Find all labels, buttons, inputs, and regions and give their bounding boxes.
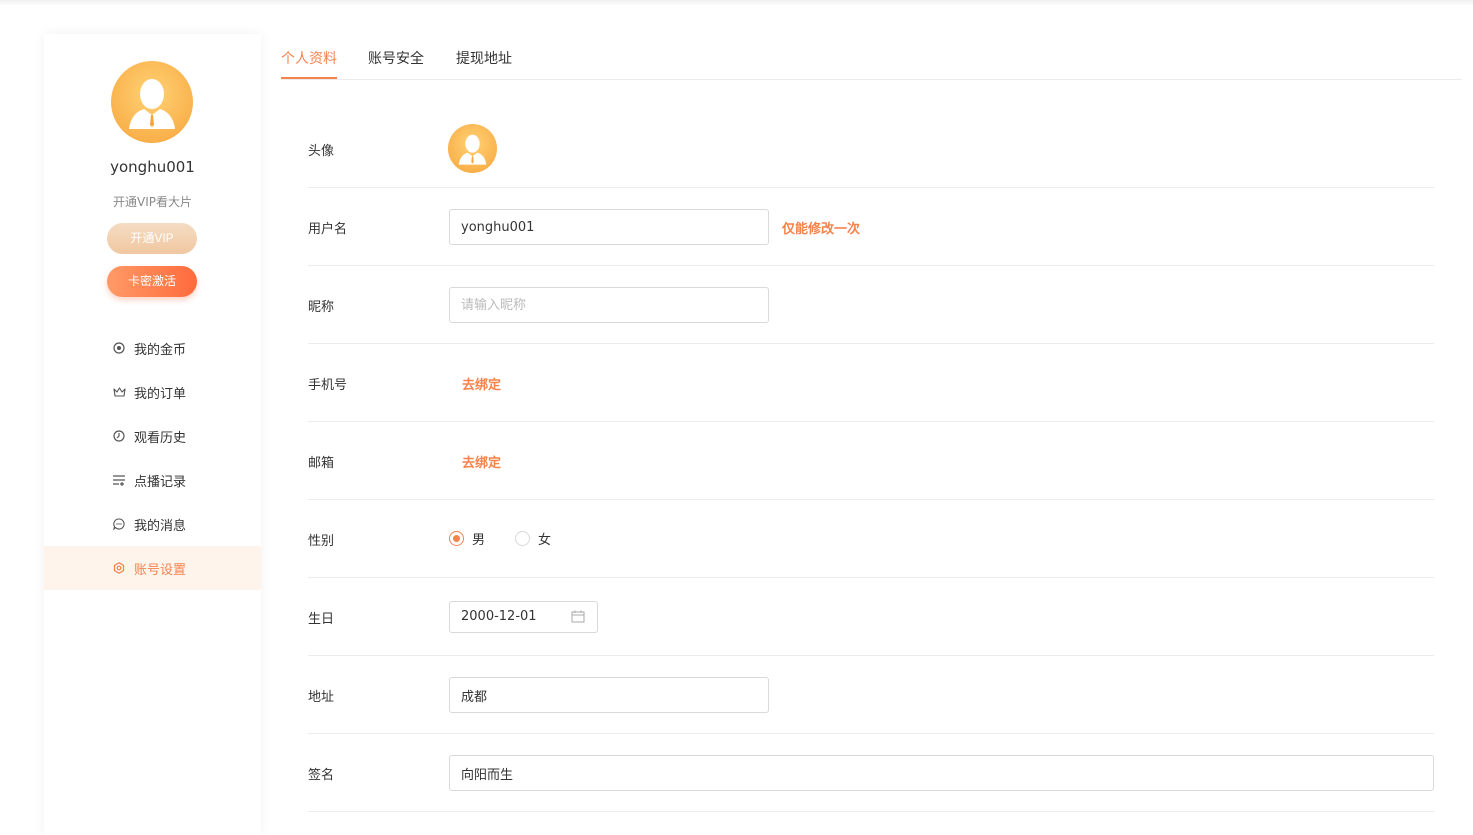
gender-female-label: 女	[538, 533, 552, 548]
vip-promo-text: 开通VIP看大片	[113, 195, 192, 209]
avatar[interactable]	[111, 61, 193, 143]
phone-row: 手机号 去绑定	[308, 344, 1434, 422]
gender-male-label: 男	[472, 533, 486, 548]
tab-profile[interactable]: 个人资料	[281, 48, 337, 68]
email-row: 邮箱 去绑定	[308, 422, 1434, 500]
radio-checked-icon	[449, 531, 464, 546]
bind-email-link[interactable]: 去绑定	[462, 452, 501, 471]
sidebar-item-orders[interactable]: 我的订单	[44, 370, 261, 414]
sidebar-item-messages[interactable]: 我的消息	[44, 502, 261, 546]
radio-unchecked-icon	[515, 531, 531, 546]
settings-tabs: 个人资料 账号安全 提现地址	[281, 34, 1462, 80]
signature-label: 签名	[308, 768, 335, 783]
username-row: 用户名 仅能修改一次	[308, 188, 1434, 266]
address-row: 地址	[308, 656, 1434, 734]
signature-input[interactable]	[449, 755, 1434, 791]
calendar-icon	[571, 610, 585, 623]
sidebar: yonghu001 开通VIP看大片 开通VIP 卡密激活 我的金币 我的订单 …	[44, 34, 261, 835]
sidebar-item-coins[interactable]: 我的金币	[44, 326, 261, 370]
user-avatar-icon	[458, 134, 487, 165]
username-label: 用户名	[308, 222, 348, 237]
sidebar-item-label: 账号设置	[134, 562, 187, 578]
sidebar-item-vod-records[interactable]: 点播记录	[44, 458, 261, 502]
tab-withdraw-address[interactable]: 提现地址	[456, 48, 512, 68]
sidebar-item-label: 我的消息	[134, 518, 187, 534]
nickname-row: 昵称	[308, 266, 1434, 344]
sidebar-item-label: 我的金币	[134, 342, 187, 358]
gender-row: 性别 男 女	[308, 500, 1434, 578]
username-input[interactable]	[449, 209, 769, 245]
message-icon	[112, 517, 126, 531]
top-shadow	[0, 0, 1473, 6]
nickname-input[interactable]	[449, 287, 769, 323]
profile-form: 头像 用户名 仅能修改一次 昵称 手机号 去绑定 邮箱 去绑定 性别 男	[308, 110, 1434, 812]
sidebar-item-label: 观看历史	[134, 430, 187, 446]
sidebar-menu: 我的金币 我的订单 观看历史 点播记录 我的消息 账号设置	[44, 326, 261, 590]
avatar-label: 头像	[308, 144, 335, 159]
sidebar-item-history[interactable]: 观看历史	[44, 414, 261, 458]
avatar-row: 头像	[308, 110, 1434, 188]
birthday-row: 生日 2000-12-01	[308, 578, 1434, 656]
phone-label: 手机号	[308, 378, 348, 393]
birthday-label: 生日	[308, 612, 335, 627]
crown-icon	[112, 385, 126, 399]
list-icon	[112, 473, 126, 487]
active-tab-indicator	[281, 77, 337, 79]
avatar-upload[interactable]	[448, 124, 497, 173]
settings-icon	[112, 561, 126, 575]
tab-account-security[interactable]: 账号安全	[368, 48, 424, 68]
address-label: 地址	[308, 690, 335, 705]
user-avatar-icon	[129, 79, 175, 129]
birthday-date-picker[interactable]: 2000-12-01	[449, 601, 598, 633]
username-edit-note: 仅能修改一次	[782, 222, 861, 237]
birthday-value: 2000-12-01	[461, 609, 537, 624]
clock-icon	[112, 429, 126, 443]
card-activate-button[interactable]: 卡密激活	[107, 266, 197, 297]
coin-icon	[112, 341, 126, 355]
sidebar-item-label: 点播记录	[134, 474, 187, 490]
gender-male-radio[interactable]: 男	[449, 529, 485, 548]
sidebar-username: yonghu001	[110, 158, 195, 176]
nickname-label: 昵称	[308, 300, 335, 315]
gender-label: 性别	[308, 534, 335, 549]
sidebar-item-account-settings[interactable]: 账号设置	[44, 546, 261, 590]
open-vip-button[interactable]: 开通VIP	[107, 223, 197, 254]
address-input[interactable]	[449, 677, 769, 713]
email-label: 邮箱	[308, 456, 335, 471]
sidebar-item-label: 我的订单	[134, 386, 187, 402]
gender-female-radio[interactable]: 女	[515, 529, 551, 548]
gender-radio-group: 男 女	[449, 529, 581, 548]
bind-phone-link[interactable]: 去绑定	[462, 374, 501, 393]
signature-row: 签名	[308, 734, 1434, 812]
